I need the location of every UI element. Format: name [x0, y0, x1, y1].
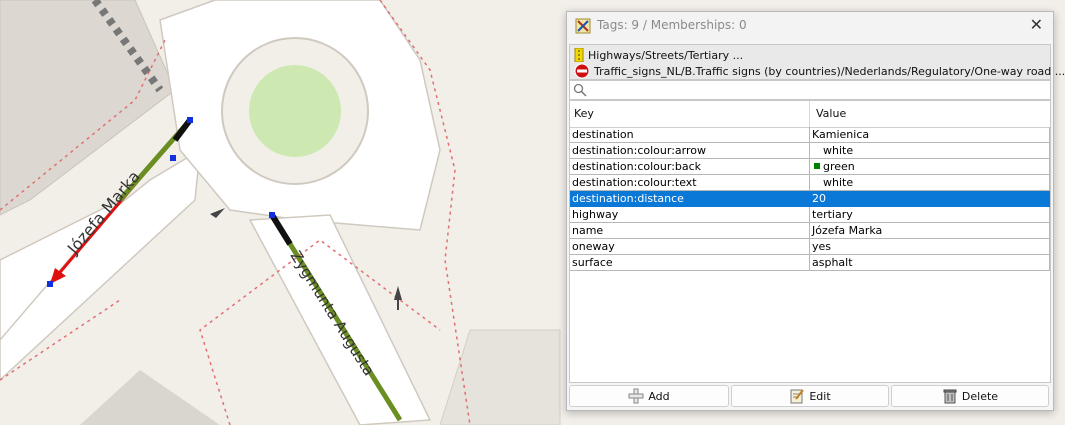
tag-key-cell[interactable]: oneway — [570, 239, 810, 255]
tag-value-text: 20 — [812, 192, 826, 205]
tag-filter — [569, 80, 1051, 100]
preset-label: Highways/Streets/Tertiary ... — [588, 48, 744, 62]
table-row[interactable]: destination:colour:back green — [570, 159, 1050, 175]
delete-button[interactable]: Delete — [891, 385, 1049, 407]
preset-label: Traffic_signs_NL/B.Traffic signs (by cou… — [594, 64, 1065, 78]
road-sign-icon — [574, 48, 584, 62]
roundabout-center — [249, 65, 341, 157]
tag-value-text: asphalt — [812, 256, 853, 269]
table-row[interactable]: oneway yes — [570, 239, 1050, 255]
table-row[interactable]: surface asphalt — [570, 255, 1050, 271]
search-icon — [573, 83, 587, 97]
button-bar: Add Edit Delete — [569, 384, 1051, 408]
tag-value-text: green — [823, 160, 855, 173]
table-row[interactable]: destination:colour:arrow white — [570, 143, 1050, 159]
tag-key-cell[interactable]: destination — [570, 127, 810, 143]
column-header-key[interactable]: Key — [570, 101, 810, 127]
tag-value-cell[interactable]: 20 — [810, 191, 1050, 207]
table-row[interactable]: destination Kamienica — [570, 127, 1050, 143]
tag-value-cell[interactable]: yes — [810, 239, 1050, 255]
tag-value-cell[interactable]: Kamienica — [810, 127, 1050, 143]
close-icon[interactable]: ✕ — [1030, 16, 1043, 34]
delete-button-label: Delete — [961, 389, 999, 403]
tag-value-cell[interactable]: green — [810, 159, 1050, 175]
table-header: Key Value — [570, 101, 1050, 128]
tag-key-cell[interactable]: destination:distance — [570, 191, 810, 207]
tag-value-cell[interactable]: asphalt — [810, 255, 1050, 271]
search-input[interactable] — [590, 82, 1049, 100]
trash-icon — [943, 389, 957, 404]
tags-dialog: Tags: 9 / Memberships: 0 ✕ Highways/Stre… — [566, 11, 1065, 411]
color-swatch-icon — [814, 163, 820, 169]
node-handle[interactable] — [47, 281, 53, 287]
node-handle[interactable] — [170, 155, 176, 161]
table-row[interactable]: highway tertiary — [570, 207, 1050, 223]
add-button-label: Add — [648, 389, 670, 403]
preset-item-highway[interactable]: Highways/Streets/Tertiary ... — [574, 47, 743, 63]
dialog-title: Tags: 9 / Memberships: 0 — [597, 18, 747, 32]
table-row[interactable]: destination:colour:text white — [570, 175, 1050, 191]
tag-key-cell[interactable]: destination:colour:arrow — [570, 143, 810, 159]
tag-table: Key Value destination Kamienica destinatio… — [569, 100, 1051, 383]
column-header-value[interactable]: Value — [810, 101, 1050, 127]
tag-value-cell[interactable]: white — [810, 175, 1050, 191]
edit-icon — [790, 389, 805, 404]
preset-list: Highways/Streets/Tertiary ... Traffic_si… — [569, 44, 1065, 80]
color-swatch-icon — [814, 147, 820, 153]
tag-key-cell[interactable]: destination:colour:text — [570, 175, 810, 191]
tag-key-cell[interactable]: surface — [570, 255, 810, 271]
color-swatch-icon — [814, 179, 820, 185]
tag-value-cell[interactable]: Józefa Marka — [810, 223, 1050, 239]
tag-key-cell[interactable]: highway — [570, 207, 810, 223]
tag-editor-icon — [575, 18, 591, 34]
tag-value-text: Józefa Marka — [812, 224, 883, 237]
tag-value-text: white — [823, 144, 854, 157]
node-handle[interactable] — [269, 212, 275, 218]
tag-key-cell[interactable]: name — [570, 223, 810, 239]
add-button[interactable]: Add — [569, 385, 729, 407]
edit-button[interactable]: Edit — [731, 385, 889, 407]
tag-value-text: white — [823, 176, 854, 189]
tag-value-cell[interactable]: white — [810, 143, 1050, 159]
dialog-titlebar[interactable]: Tags: 9 / Memberships: 0 ✕ — [567, 12, 1053, 40]
tag-value-text: yes — [812, 240, 832, 253]
plus-icon — [628, 388, 644, 404]
preset-item-oneway[interactable]: Traffic_signs_NL/B.Traffic signs (by cou… — [574, 63, 1065, 79]
tag-key-cell[interactable]: destination:colour:back — [570, 159, 810, 175]
edit-button-label: Edit — [809, 389, 831, 403]
tag-value-text: Kamienica — [812, 128, 870, 141]
table-row[interactable]: destination:distance 20 — [570, 191, 1050, 207]
node-handle[interactable] — [187, 117, 193, 123]
tag-value-text: tertiary — [812, 208, 853, 221]
no-entry-sign-icon — [574, 63, 590, 79]
table-row[interactable]: name Józefa Marka — [570, 223, 1050, 239]
tag-value-cell[interactable]: tertiary — [810, 207, 1050, 223]
